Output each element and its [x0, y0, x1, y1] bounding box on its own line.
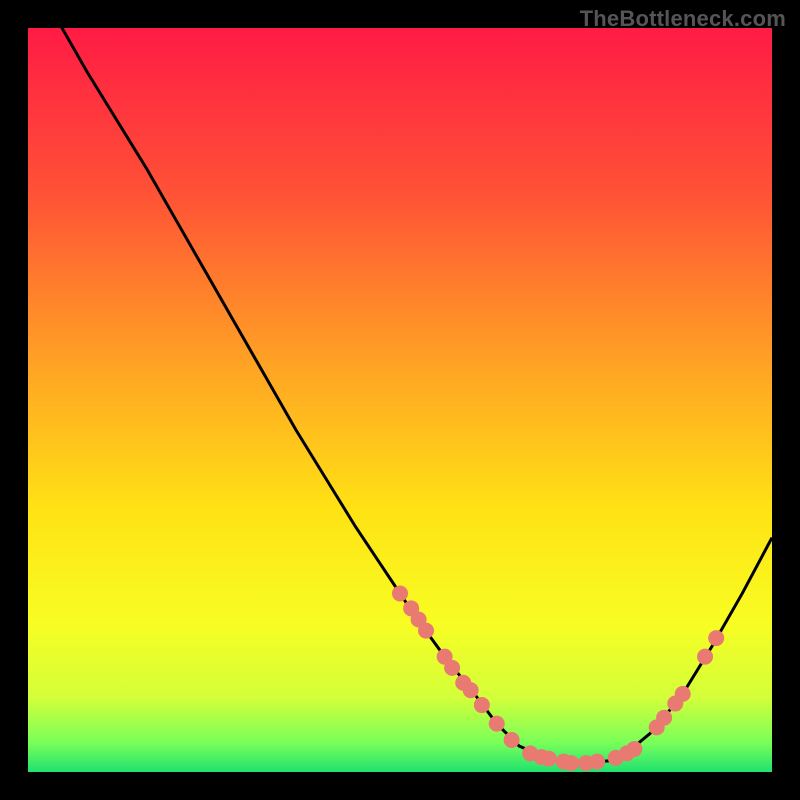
curve-marker — [626, 741, 642, 757]
chart-container: TheBottleneck.com — [0, 0, 800, 800]
curve-marker — [589, 754, 605, 770]
plot-background — [28, 28, 772, 772]
curve-marker — [563, 755, 579, 771]
curve-marker — [541, 751, 557, 767]
curve-marker — [418, 623, 434, 639]
chart-svg — [0, 0, 800, 800]
curve-marker — [444, 660, 460, 676]
curve-marker — [474, 697, 490, 713]
attribution-text: TheBottleneck.com — [580, 6, 786, 32]
curve-marker — [504, 732, 520, 748]
curve-marker — [656, 710, 672, 726]
curve-marker — [708, 630, 724, 646]
curve-marker — [489, 716, 505, 732]
curve-marker — [697, 649, 713, 665]
curve-marker — [463, 682, 479, 698]
curve-marker — [675, 686, 691, 702]
curve-marker — [392, 585, 408, 601]
